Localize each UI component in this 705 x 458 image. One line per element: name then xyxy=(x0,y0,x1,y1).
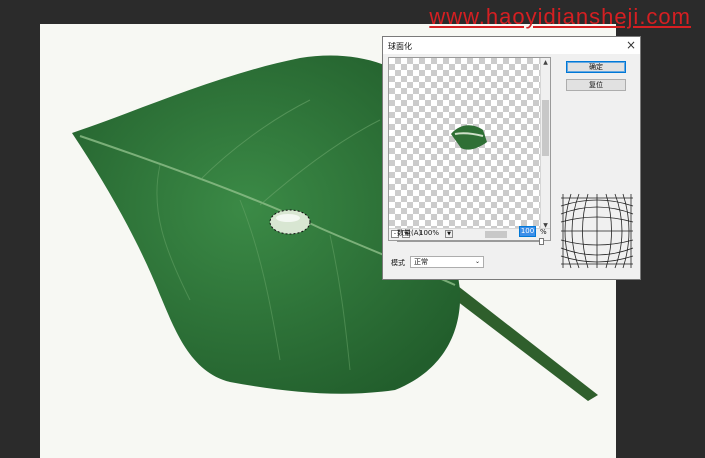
spherize-grid-icon xyxy=(560,193,634,269)
ok-button[interactable]: 确定 xyxy=(566,61,626,73)
scroll-thumb[interactable] xyxy=(542,100,549,156)
amount-unit: % xyxy=(540,228,547,236)
mode-select[interactable]: 正常 ⌄ xyxy=(410,256,484,268)
mode-value: 正常 xyxy=(414,258,428,266)
scroll-up-icon[interactable]: ▲ xyxy=(542,59,549,66)
chevron-down-icon[interactable]: ▼ xyxy=(445,230,453,238)
amount-input[interactable]: 100 xyxy=(519,226,536,237)
watermark: www.haoyidiansheji.com xyxy=(429,4,691,29)
selection-marquee xyxy=(269,209,311,235)
dialog-title: 球面化 xyxy=(388,42,412,51)
preview-leaf-fragment xyxy=(451,125,487,150)
spherize-dialog: 球面化 × ▲ ▼ - + 100% ▼ 确定 复位 数量(A) 100 % 模… xyxy=(382,36,641,280)
reset-button[interactable]: 复位 xyxy=(566,79,626,91)
amount-slider-thumb[interactable] xyxy=(539,238,544,245)
close-icon[interactable]: × xyxy=(626,38,636,52)
preview-vertical-scrollbar[interactable]: ▲ ▼ xyxy=(540,58,550,240)
amount-slider-track[interactable] xyxy=(397,241,539,242)
horizontal-scroll-thumb[interactable] xyxy=(485,231,507,238)
zoom-level: 100% xyxy=(419,229,440,237)
mode-label: 模式 xyxy=(391,259,405,267)
chevron-down-icon: ⌄ xyxy=(474,258,480,265)
dialog-titlebar[interactable]: 球面化 × xyxy=(383,37,640,54)
filter-preview[interactable]: ▲ ▼ - + 100% ▼ xyxy=(388,57,551,241)
amount-label: 数量(A) xyxy=(397,229,422,237)
